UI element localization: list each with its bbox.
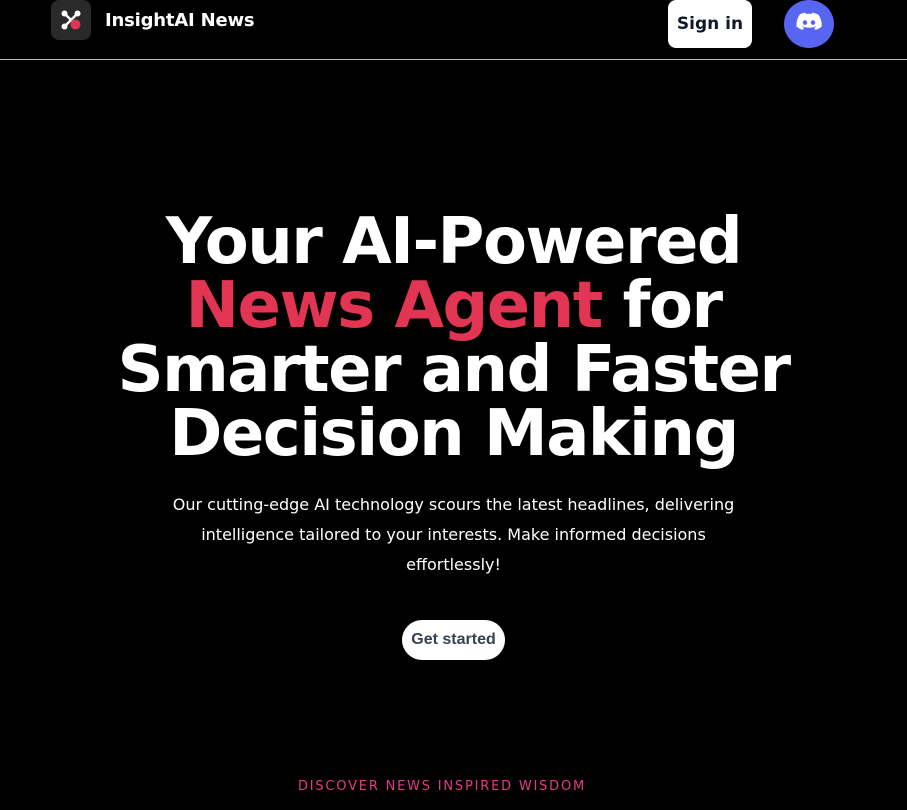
section-tagline: DISCOVER NEWS INSPIRED WISDOM [297, 779, 587, 794]
sign-in-button[interactable]: Sign in [668, 0, 752, 48]
discord-icon [796, 12, 822, 36]
network-logo-icon [51, 0, 91, 40]
hero-subtitle: Our cutting-edge AI technology scours th… [172, 495, 735, 574]
get-started-button[interactable]: Get started [402, 620, 505, 660]
brand-name: InsightAI News [105, 9, 255, 31]
headline-accent: News Agent [185, 269, 603, 343]
headline-text-1: Your AI-Powered [165, 205, 743, 279]
landing-page: InsightAI News Sign in Your AI-Powered N… [0, 0, 907, 810]
navbar: InsightAI News Sign in [0, 0, 907, 60]
hero-section: Your AI-Powered News Agent for Smarter a… [0, 210, 907, 660]
discord-button[interactable] [784, 0, 834, 48]
hero-headline: Your AI-Powered News Agent for Smarter a… [84, 210, 824, 466]
brand-link[interactable]: InsightAI News [51, 0, 255, 40]
